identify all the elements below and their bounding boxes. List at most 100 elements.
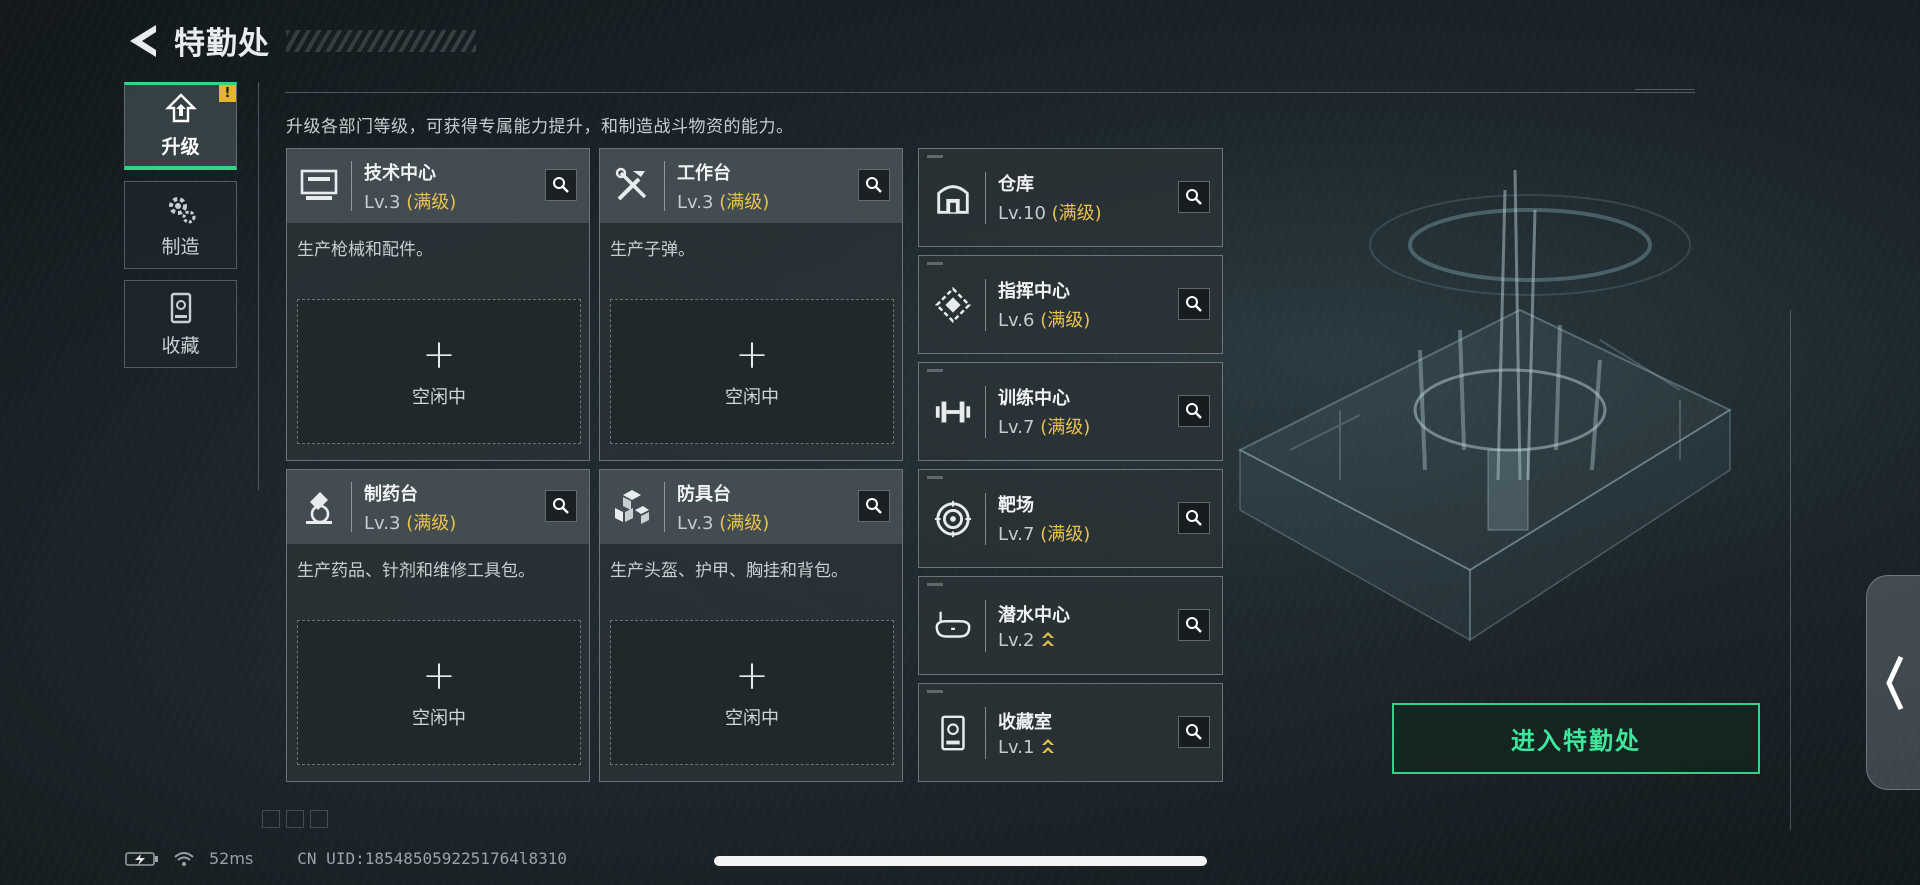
- card-header: 制药台 Lv.3 (满级): [287, 470, 589, 544]
- facility-name: 训练中心: [998, 388, 1070, 409]
- department-description: 生产子弹。: [610, 240, 695, 260]
- gears-icon: [168, 196, 195, 223]
- max-level-tag: (满级): [719, 191, 770, 213]
- inspect-button[interactable]: [545, 490, 577, 522]
- card-tag: [927, 476, 943, 479]
- max-level-tag: (满级): [1040, 310, 1091, 331]
- home-indicator[interactable]: [714, 856, 1207, 866]
- facility-card-command[interactable]: 指挥中心 Lv.6 (满级): [918, 255, 1223, 354]
- level-value: Lv.3: [364, 191, 401, 213]
- separator: [664, 482, 665, 532]
- frame-rule: [1790, 310, 1791, 830]
- ping-value: 52ms: [209, 849, 254, 868]
- inspect-button[interactable]: [545, 169, 577, 201]
- department-card-pharmacy: 制药台 Lv.3 (满级) 生产药品、针剂和维修工具包。 + 空闲中: [286, 469, 590, 782]
- collection-icon: [170, 292, 191, 323]
- level-value: Lv.1: [998, 736, 1035, 758]
- max-level-tag: (满级): [1040, 524, 1091, 545]
- level-value: Lv.3: [364, 512, 401, 534]
- max-level-tag: (满级): [1051, 203, 1102, 224]
- slot-status: 空闲中: [412, 386, 466, 408]
- plus-icon: +: [422, 652, 456, 699]
- wifi-icon: [174, 851, 194, 866]
- inspect-button[interactable]: [1178, 395, 1210, 427]
- search-icon: [1186, 403, 1202, 419]
- inspect-button[interactable]: [1178, 288, 1210, 320]
- diving-mask-icon: [935, 611, 971, 638]
- plus-icon: +: [735, 652, 769, 699]
- nav-item-craft[interactable]: 制造: [124, 181, 237, 269]
- card-tag: [927, 155, 943, 158]
- corner-decoration: [262, 810, 328, 828]
- search-icon: [1186, 296, 1202, 312]
- armor-boxes-icon: [615, 490, 649, 524]
- upgrade-available-icon: [1042, 631, 1055, 646]
- max-level-tag: (满级): [406, 512, 457, 534]
- upgrade-icon: [164, 93, 197, 123]
- back-arrow-icon[interactable]: [122, 19, 162, 63]
- search-icon: [1186, 617, 1202, 633]
- facility-card-training[interactable]: 训练中心 Lv.7 (满级): [918, 362, 1223, 461]
- inspect-button[interactable]: [1178, 181, 1210, 213]
- search-icon: [553, 177, 569, 193]
- tools-icon: [615, 167, 647, 201]
- top-divider: [285, 89, 1695, 93]
- slot-status: 空闲中: [725, 707, 779, 729]
- level-value: Lv.7: [998, 524, 1035, 545]
- search-icon: [1186, 724, 1202, 740]
- page-title: 特勤处: [174, 26, 270, 62]
- target-icon: [934, 500, 972, 537]
- nav-divider: [258, 82, 259, 490]
- inspect-button[interactable]: [858, 169, 890, 201]
- production-slot[interactable]: + 空闲中: [610, 620, 894, 765]
- facility-name: 收藏室: [998, 711, 1052, 733]
- status-bar: 52ms CN UID:1854850592251764l8310: [125, 849, 567, 868]
- search-icon: [866, 498, 882, 514]
- alert-badge: !: [219, 85, 236, 102]
- level-value: Lv.6: [998, 310, 1035, 331]
- card-tag: [927, 369, 943, 372]
- card-tag: [927, 583, 943, 586]
- nav-item-upgrade[interactable]: ! 升级: [124, 82, 237, 170]
- facility-card-range[interactable]: 靶场 Lv.7 (满级): [918, 469, 1223, 568]
- facility-name: 靶场: [998, 495, 1034, 516]
- department-description: 生产头盔、护甲、胸挂和背包。: [610, 561, 848, 581]
- facility-name: 仓库: [998, 174, 1034, 195]
- separator: [985, 385, 986, 438]
- level-value: Lv.10: [998, 203, 1046, 224]
- card-tag: [927, 690, 943, 693]
- separator: [985, 492, 986, 545]
- inspect-button[interactable]: [1178, 609, 1210, 641]
- production-slot[interactable]: + 空闲中: [297, 299, 581, 444]
- card-header: 防具台 Lv.3 (满级): [600, 470, 902, 544]
- intro-text: 升级各部门等级，可获得专属能力提升，和制造战斗物资的能力。: [286, 117, 794, 137]
- facility-card-warehouse[interactable]: 仓库 Lv.10 (满级): [918, 148, 1223, 247]
- page-header: 特勤处: [122, 18, 476, 63]
- card-header: 技术中心 Lv.3 (满级): [287, 149, 589, 223]
- max-level-tag: (满级): [406, 191, 457, 213]
- production-slot[interactable]: + 空闲中: [297, 620, 581, 765]
- production-slot[interactable]: + 空闲中: [610, 299, 894, 444]
- separator: [664, 161, 665, 211]
- separator: [351, 482, 352, 532]
- separator: [985, 599, 986, 652]
- inspect-button[interactable]: [858, 490, 890, 522]
- max-level-tag: (满级): [719, 512, 770, 534]
- inspect-button[interactable]: [1178, 502, 1210, 534]
- facility-card-collection-room[interactable]: 收藏室 Lv.1: [918, 683, 1223, 782]
- search-icon: [1186, 510, 1202, 526]
- department-card-workbench: 工作台 Lv.3 (满级) 生产子弹。 + 空闲中: [599, 148, 903, 461]
- max-level-tag: (满级): [1040, 417, 1091, 438]
- nav-label: 制造: [161, 235, 200, 258]
- enter-special-ops-button[interactable]: 进入特勤处: [1392, 703, 1760, 774]
- side-drawer-toggle[interactable]: [1866, 575, 1920, 790]
- department-name: 防具台: [677, 483, 731, 505]
- level-value: Lv.2: [998, 629, 1035, 651]
- nav-item-collection[interactable]: 收藏: [124, 280, 237, 368]
- inspect-button[interactable]: [1178, 716, 1210, 748]
- chevron-left-icon: [1886, 655, 1904, 710]
- department-card-tech: 技术中心 Lv.3 (满级) 生产枪械和配件。 + 空闲中: [286, 148, 590, 461]
- facility-card-diving[interactable]: 潜水中心 Lv.2: [918, 576, 1223, 675]
- slot-status: 空闲中: [412, 707, 466, 729]
- monitor-icon: [300, 169, 338, 200]
